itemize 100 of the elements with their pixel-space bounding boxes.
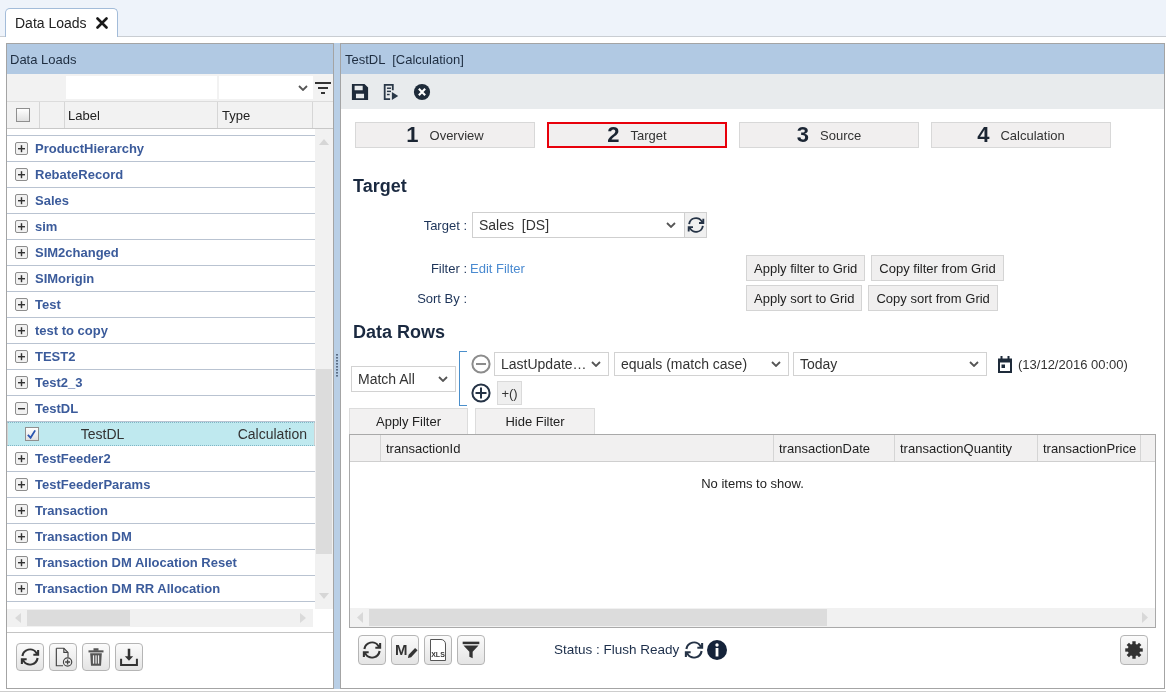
save-icon[interactable] bbox=[351, 82, 369, 101]
column-header[interactable]: transactionQuantity bbox=[900, 440, 1012, 456]
expand-icon[interactable] bbox=[15, 220, 28, 233]
tree-row[interactable]: TestDL Calculation bbox=[7, 422, 315, 446]
column-header[interactable]: transactionPrice bbox=[1043, 440, 1137, 456]
match-select[interactable]: Match All bbox=[351, 365, 456, 392]
status-text: Status : Flush Ready bbox=[554, 642, 680, 657]
expand-icon[interactable] bbox=[15, 272, 28, 285]
grid-action-button[interactable]: Copy filter from Grid bbox=[871, 255, 1004, 281]
edit-filter-link[interactable]: Edit Filter bbox=[470, 260, 525, 276]
chevron-down-icon bbox=[771, 361, 781, 367]
collapse-icon[interactable] bbox=[15, 402, 28, 415]
delete-button[interactable] bbox=[82, 643, 110, 671]
field-label: Target : bbox=[423, 217, 467, 233]
hide-filter-button[interactable]: Hide Filter bbox=[475, 408, 595, 434]
step-tab[interactable]: 3 Source bbox=[739, 122, 919, 148]
field-label: Sort By : bbox=[417, 290, 467, 306]
refresh-button[interactable] bbox=[685, 212, 707, 238]
vertical-scrollbar[interactable] bbox=[315, 129, 333, 609]
expand-icon[interactable] bbox=[15, 376, 28, 389]
remove-condition-icon[interactable] bbox=[471, 354, 491, 374]
tree-item-label: SIM2changed bbox=[35, 245, 119, 260]
target-select[interactable]: Sales [DS] bbox=[472, 212, 685, 238]
tree-item-label: Test2_3 bbox=[35, 375, 83, 390]
expand-icon[interactable] bbox=[15, 168, 28, 181]
refresh-icon bbox=[686, 216, 705, 234]
expand-icon[interactable] bbox=[15, 142, 28, 155]
settings-icon bbox=[1124, 639, 1144, 660]
mass-edit-button[interactable]: M bbox=[391, 634, 419, 665]
step-tab[interactable]: 4 Calculation bbox=[931, 122, 1111, 148]
close-circle-icon[interactable] bbox=[413, 82, 431, 101]
tree-item-label: Transaction DM bbox=[35, 529, 132, 544]
refresh-button[interactable] bbox=[358, 634, 386, 665]
section-heading: Data Rows bbox=[353, 321, 446, 343]
funnel-icon bbox=[461, 639, 481, 660]
expand-icon[interactable] bbox=[15, 582, 28, 595]
expand-icon[interactable] bbox=[15, 350, 28, 363]
settings-button[interactable] bbox=[1120, 634, 1148, 665]
new-file-button[interactable] bbox=[49, 643, 77, 671]
refresh-icon[interactable] bbox=[684, 639, 705, 660]
chevron-down-icon bbox=[666, 222, 676, 228]
column-header[interactable]: Type bbox=[222, 107, 251, 123]
expand-icon[interactable] bbox=[15, 530, 28, 543]
expand-icon[interactable] bbox=[15, 504, 28, 517]
checkbox[interactable] bbox=[16, 108, 30, 122]
horizontal-scrollbar[interactable] bbox=[350, 608, 1155, 627]
expand-icon[interactable] bbox=[15, 324, 28, 337]
filter-icon[interactable] bbox=[315, 81, 331, 94]
item-type: Calculation bbox=[237, 426, 307, 442]
download-button[interactable] bbox=[115, 643, 143, 671]
field-select[interactable]: LastUpdate… bbox=[494, 352, 609, 376]
operator-select[interactable]: equals (match case) bbox=[614, 352, 789, 376]
step-tab[interactable]: 2 Target bbox=[547, 122, 727, 148]
add-group-button[interactable]: +() bbox=[497, 381, 522, 405]
tree-item-label: Transaction DM Allocation Reset bbox=[35, 555, 237, 570]
pencil-icon bbox=[406, 645, 418, 659]
step-tab[interactable]: 1 Overview bbox=[355, 122, 535, 148]
section-heading: Target bbox=[353, 175, 407, 197]
grid-action-button[interactable]: Apply filter to Grid bbox=[746, 255, 866, 281]
tree-item-label: ProductHierarchy bbox=[35, 141, 145, 156]
tree-item-label: Transaction DM RR Allocation bbox=[35, 581, 221, 596]
empty-message: No items to show. bbox=[701, 476, 804, 491]
calendar-icon[interactable] bbox=[998, 355, 1012, 373]
checkbox[interactable] bbox=[24, 427, 39, 441]
table-play-icon[interactable] bbox=[382, 82, 400, 101]
refresh-button[interactable] bbox=[16, 643, 44, 671]
file-plus-icon bbox=[53, 647, 73, 667]
chevron-down-icon bbox=[591, 361, 601, 367]
tree-item-label: RebateRecord bbox=[35, 167, 124, 182]
info-icon[interactable] bbox=[707, 639, 728, 660]
apply-filter-button[interactable]: Apply Filter bbox=[349, 408, 468, 434]
tree-item-label: Transaction bbox=[35, 503, 108, 518]
tree-item-label: TEST2 bbox=[35, 349, 76, 364]
expand-icon[interactable] bbox=[15, 452, 28, 465]
refresh-icon bbox=[362, 639, 382, 660]
value-select[interactable]: Today bbox=[793, 352, 987, 376]
field-label: Filter : bbox=[430, 260, 467, 276]
expand-icon[interactable] bbox=[15, 246, 28, 259]
refresh-icon bbox=[20, 647, 40, 667]
grid-action-button[interactable]: Copy sort from Grid bbox=[868, 285, 998, 311]
column-header[interactable]: transactionId bbox=[386, 440, 461, 456]
filter-button[interactable] bbox=[457, 634, 485, 665]
expand-icon[interactable] bbox=[15, 556, 28, 569]
expand-icon[interactable] bbox=[15, 194, 28, 207]
expand-icon[interactable] bbox=[15, 298, 28, 311]
download-icon bbox=[119, 647, 139, 667]
tree-item-label: TestFeeder2 bbox=[35, 451, 111, 466]
column-header[interactable]: transactionDate bbox=[779, 440, 871, 456]
grid-action-button[interactable]: Apply sort to Grid bbox=[746, 285, 863, 311]
horizontal-scrollbar[interactable] bbox=[7, 609, 313, 627]
expand-icon[interactable] bbox=[15, 478, 28, 491]
tree-item-label: TestFeederParams bbox=[35, 477, 151, 492]
close-icon[interactable] bbox=[95, 17, 108, 29]
tab[interactable]: Data Loads bbox=[5, 8, 118, 37]
panel-title: Data Loads bbox=[7, 44, 333, 74]
add-condition-icon[interactable] bbox=[471, 383, 491, 403]
tree-item-label: SIMorigin bbox=[35, 271, 95, 286]
date-value: (13/12/2016 00:00) bbox=[1018, 356, 1128, 372]
tree-item-label: sim bbox=[35, 219, 58, 234]
column-header[interactable]: Label bbox=[68, 107, 100, 123]
